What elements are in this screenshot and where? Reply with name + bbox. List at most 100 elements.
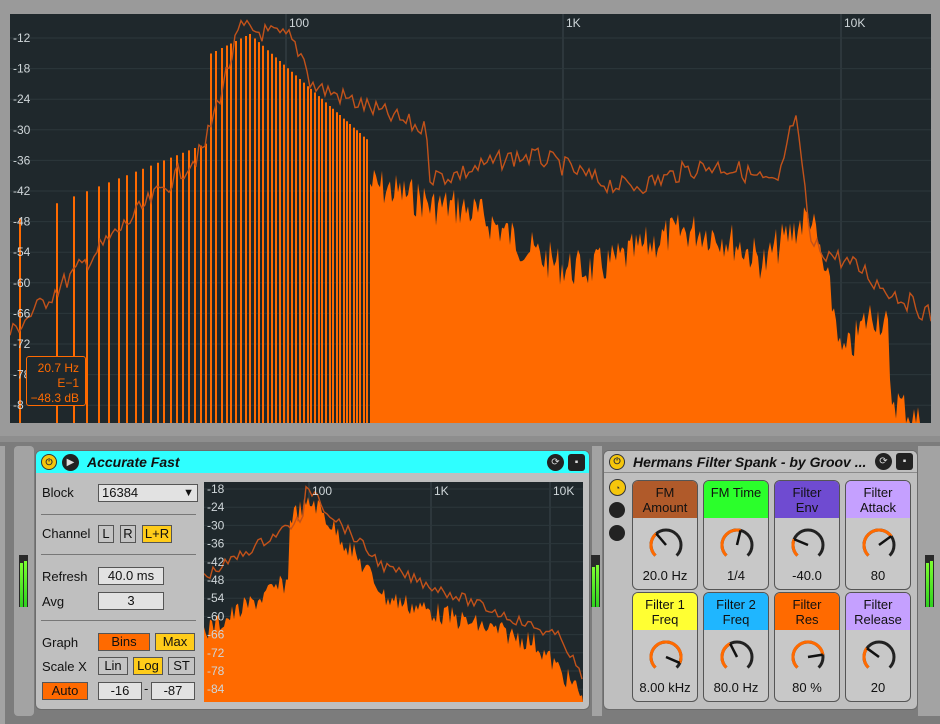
play-icon[interactable]: ▶ (62, 453, 79, 471)
knob-pointer (665, 655, 681, 665)
knob-pointer (866, 647, 880, 659)
db-tick-label: -54 (13, 245, 31, 259)
macro-knob[interactable] (861, 527, 897, 563)
devices-view-icon[interactable] (609, 525, 625, 541)
rack-hot-swap-icon[interactable]: ⟳ (875, 453, 892, 470)
macro-name: Filter 1 Freq (633, 593, 697, 630)
macro-value: 80.0 Hz (713, 680, 759, 695)
block-size-select[interactable]: 16384 ▼ (98, 484, 198, 502)
divider (41, 514, 196, 515)
range-high-field[interactable]: -87 (151, 682, 195, 700)
macro-knob[interactable] (719, 527, 755, 563)
rack-title: Hermans Filter Spank - by Groov ... (633, 453, 867, 470)
macro-filter-res[interactable]: Filter Res 80 % (774, 592, 840, 702)
avg-field[interactable]: 3 (98, 592, 164, 610)
macro-knob[interactable] (790, 527, 826, 563)
channel-label: Channel (42, 526, 91, 541)
freq-tick-label: 10K (553, 484, 574, 498)
graph-bins-toggle[interactable]: Bins (98, 633, 150, 651)
scale-lin-toggle[interactable]: Lin (98, 657, 128, 675)
freq-tick-label: 100 (312, 484, 332, 498)
avg-label: Avg (42, 594, 65, 609)
macro-knob[interactable] (648, 527, 684, 563)
device-power-icon[interactable]: ⏻ (41, 454, 57, 470)
macro-filter-2-freq[interactable]: Filter 2 Freq 80.0 Hz (703, 592, 769, 702)
cursor-readout: 20.7 Hz E−1 −48.3 dB (26, 356, 86, 406)
db-tick-label: -78 (207, 664, 225, 678)
knob-value-arc (649, 640, 683, 669)
macro-name: FM Amount (633, 481, 697, 518)
rack-save-icon[interactable]: ▪ (896, 453, 913, 470)
freq-tick-label: 100 (289, 16, 309, 30)
macro-name-line: Attack (859, 500, 897, 515)
knob-value-arc (649, 532, 658, 557)
rack-power-icon[interactable]: ⏻ (609, 453, 625, 470)
refresh-field[interactable]: 40.0 ms (98, 567, 164, 585)
graph-label: Graph (42, 635, 79, 650)
macro-filter-env[interactable]: Filter Env -40.0 (774, 480, 840, 590)
macro-filter-attack[interactable]: Filter Attack 80 (845, 480, 911, 590)
channel-lr-toggle[interactable]: L+R (142, 525, 172, 543)
spectrum-device-titlebar[interactable]: ⏻ ▶ Accurate Fast ⟳ ▪ (36, 451, 589, 473)
db-tick-label: -48 (207, 573, 225, 587)
graph-max-toggle[interactable]: Max (155, 633, 195, 651)
macro-filter-release[interactable]: Filter Release 20 (845, 592, 911, 702)
main-spectrum-display[interactable]: 100 1K 10K -12 -18 -24 -30 -36 -42 -48 -54 -60 -66 -7… (10, 14, 931, 423)
save-preset-icon[interactable]: ▪ (568, 453, 585, 471)
db-tick-label: -60 (13, 276, 31, 290)
block-size-value: 16384 (102, 485, 139, 500)
refresh-label: Refresh (42, 569, 88, 584)
macro-view-icon[interactable]: ◔ (609, 479, 626, 496)
db-tick-label: -18 (13, 62, 31, 76)
hot-swap-icon[interactable]: ⟳ (547, 453, 564, 471)
macro-fm-time[interactable]: FM Time 1/4 (703, 480, 769, 590)
readout-note: E−1 (57, 376, 79, 390)
knob-pointer (729, 643, 739, 658)
macro-knob[interactable] (790, 639, 826, 675)
db-tick-label: -84 (207, 682, 225, 696)
readout-frequency: 20.7 Hz (37, 361, 79, 375)
range-low-field[interactable]: -16 (98, 682, 142, 700)
spectrum-fill (370, 169, 931, 423)
macro-name-line: Filter (792, 485, 822, 500)
freq-tick-label: 1K (434, 484, 449, 498)
knob-pointer (793, 538, 809, 547)
mid-level-meter (591, 555, 600, 607)
db-tick-label: -36 (13, 153, 31, 167)
chain-list-icon[interactable] (609, 502, 625, 518)
db-tick-label: -66 (207, 628, 225, 642)
divider (41, 620, 196, 621)
rack-device-titlebar[interactable]: ⏻ Hermans Filter Spank - by Groov ... ⟳ … (604, 451, 917, 473)
channel-l-toggle[interactable]: L (98, 525, 114, 543)
macro-knob[interactable] (861, 639, 897, 675)
left-edge (0, 446, 5, 724)
scale-st-toggle[interactable]: ST (168, 657, 195, 675)
device-spectrum-display[interactable]: 100 1K 10K -18 -24 -30 -36 -42 -48 -54 -60 -66 -72 -7… (204, 482, 583, 702)
knob-value-arc (862, 528, 893, 557)
db-tick-label: -42 (207, 555, 225, 569)
macro-knob[interactable] (719, 639, 755, 675)
scale-log-toggle[interactable]: Log (133, 657, 163, 675)
macro-filter-1-freq[interactable]: Filter 1 Freq 8.00 kHz (632, 592, 698, 702)
macro-name-line: Filter 2 (716, 597, 756, 612)
macro-name-line: Filter 1 (645, 597, 685, 612)
db-tick-label: -54 (207, 591, 225, 605)
macro-value: 1/4 (726, 568, 746, 583)
range-separator: - (144, 681, 149, 696)
macro-fm-amount[interactable]: FM Amount 20.0 Hz (632, 480, 698, 590)
db-tick-label: -24 (207, 500, 225, 514)
macro-knob[interactable] (648, 639, 684, 675)
scale-x-label: Scale X (42, 659, 87, 674)
macro-name: Filter Release (846, 593, 910, 630)
knob-value-arc (862, 647, 870, 669)
macro-name-line: Freq (722, 612, 750, 627)
knob-pointer (878, 535, 892, 547)
channel-r-toggle[interactable]: R (120, 525, 136, 543)
db-tick-label: -66 (13, 306, 31, 320)
device-title: Accurate Fast (87, 454, 180, 470)
db-tick-label: -24 (13, 92, 31, 106)
auto-range-toggle[interactable]: Auto (42, 682, 88, 700)
db-tick-label: -72 (207, 646, 225, 660)
knob-track (862, 640, 896, 669)
macro-name: Filter Env (775, 481, 839, 518)
